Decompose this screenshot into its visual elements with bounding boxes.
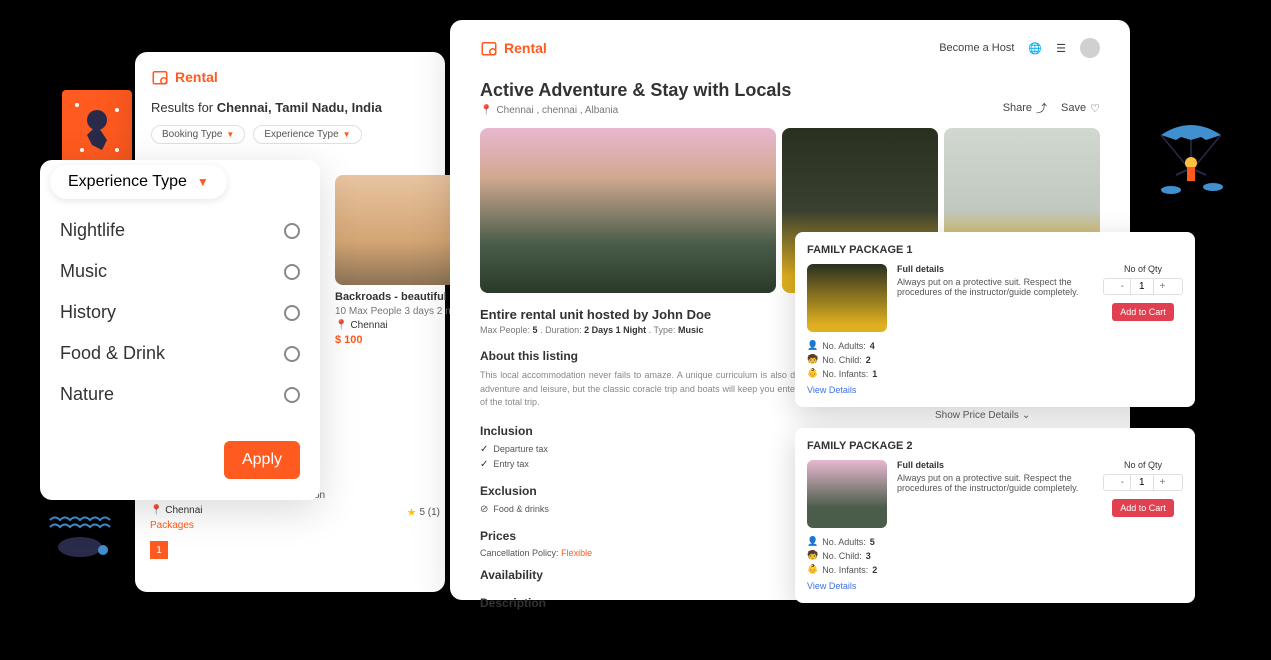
experience-type-chip[interactable]: Experience Type▼ xyxy=(253,125,361,144)
diving-decor-icon xyxy=(45,515,120,565)
pin-icon: 📍 xyxy=(335,320,347,331)
infant-icon: 👶 xyxy=(807,564,818,575)
add-to-cart-button[interactable]: Add to Cart xyxy=(1112,303,1174,321)
radio-icon xyxy=(284,223,300,239)
experience-type-selector[interactable]: Experience Type ▼ xyxy=(50,165,227,199)
child-icon: 🧒 xyxy=(807,550,818,561)
view-details-link[interactable]: View Details xyxy=(807,385,1183,395)
cross-icon: ⊘ xyxy=(480,504,488,515)
dropdown-option-history[interactable]: History xyxy=(60,292,300,333)
qty-decrease[interactable]: - xyxy=(1115,475,1130,490)
detail-header: Rental Become a Host 🌐 ☰ xyxy=(480,38,1100,58)
qty-label: No of Qty xyxy=(1103,460,1183,470)
person-icon: 👤 xyxy=(807,340,818,351)
avatar-icon[interactable] xyxy=(1080,38,1100,58)
dropdown-option-food-drink[interactable]: Food & Drink xyxy=(60,333,300,374)
availability-title: Availability xyxy=(480,568,543,582)
radio-icon xyxy=(284,305,300,321)
brand-logo[interactable]: Rental xyxy=(151,68,429,86)
listing-rating: ★5 (1) xyxy=(407,506,440,519)
brand-logo[interactable]: Rental xyxy=(480,39,547,57)
dropdown-option-music[interactable]: Music xyxy=(60,251,300,292)
results-heading: Results for Chennai, Tamil Nadu, India xyxy=(151,100,429,115)
view-details-link[interactable]: View Details xyxy=(807,581,1183,591)
share-button[interactable]: Share ⤴ xyxy=(1003,100,1047,116)
listing-packages-link[interactable]: Packages xyxy=(150,520,440,531)
qty-increase[interactable]: + xyxy=(1154,279,1172,294)
experience-dropdown-panel: Nightlife Music History Food & Drink Nat… xyxy=(40,160,320,500)
dropdown-option-nightlife[interactable]: Nightlife xyxy=(60,210,300,251)
full-details-title: Full details xyxy=(897,460,1093,470)
booking-type-chip[interactable]: Booking Type▼ xyxy=(151,125,245,144)
infant-icon: 👶 xyxy=(807,368,818,379)
star-icon: ★ xyxy=(407,506,417,519)
package-image xyxy=(807,264,887,332)
pagination-page-1[interactable]: 1 xyxy=(150,541,168,559)
check-icon: ✓ xyxy=(480,459,488,470)
infants-stat: 👶No. Infants: 2 xyxy=(807,564,1183,575)
person-icon: 👤 xyxy=(807,536,818,547)
save-button[interactable]: Save ♡ xyxy=(1061,100,1100,116)
climbing-decor-icon xyxy=(62,90,132,165)
qty-stepper: - 1 + xyxy=(1103,278,1183,295)
listing-location: 📍Chennai , chennai , Albania xyxy=(480,105,791,116)
full-details-text: Always put on a protective suit. Respect… xyxy=(897,473,1093,493)
apply-button[interactable]: Apply xyxy=(224,441,300,479)
gallery-main-image[interactable] xyxy=(480,128,776,293)
check-icon: ✓ xyxy=(480,444,488,455)
pin-icon: 📍 xyxy=(480,105,492,116)
package-card-2: FAMILY PACKAGE 2 Full details Always put… xyxy=(795,428,1195,603)
qty-value: 1 xyxy=(1130,475,1154,490)
full-details-title: Full details xyxy=(897,264,1093,274)
qty-stepper: - 1 + xyxy=(1103,474,1183,491)
filter-chips-row: Booking Type▼ Experience Type▼ xyxy=(151,125,429,144)
caret-down-icon: ▼ xyxy=(343,130,351,139)
brand-name: Rental xyxy=(175,69,218,85)
qty-label: No of Qty xyxy=(1103,264,1183,274)
infants-stat: 👶No. Infants: 1 xyxy=(807,368,1183,379)
paragliding-decor-icon xyxy=(1151,115,1231,205)
globe-icon[interactable]: 🌐 xyxy=(1028,42,1042,55)
package-image xyxy=(807,460,887,528)
radio-icon xyxy=(284,387,300,403)
qty-increase[interactable]: + xyxy=(1154,475,1172,490)
listing-location: 📍 Chennai xyxy=(150,505,440,516)
show-price-details-link[interactable]: Show Price Details ⌄ xyxy=(935,410,1030,421)
radio-icon xyxy=(284,346,300,362)
caret-down-icon: ▼ xyxy=(197,175,209,189)
share-icon: ⤴ xyxy=(1036,100,1047,116)
package-card-1: FAMILY PACKAGE 1 Full details Always put… xyxy=(795,232,1195,407)
child-icon: 🧒 xyxy=(807,354,818,365)
dropdown-option-nature[interactable]: Nature xyxy=(60,374,300,415)
calendar-icon xyxy=(480,39,498,57)
child-stat: 🧒No. Child: 3 xyxy=(807,550,1183,561)
listing-result-partial: 5 Max People 3 Days 2 Nights Duration 📍 … xyxy=(150,490,440,559)
package-name: FAMILY PACKAGE 1 xyxy=(807,244,1183,256)
package-name: FAMILY PACKAGE 2 xyxy=(807,440,1183,452)
qty-value: 1 xyxy=(1130,279,1154,294)
radio-icon xyxy=(284,264,300,280)
become-host-link[interactable]: Become a Host xyxy=(939,42,1014,54)
heart-icon: ♡ xyxy=(1090,102,1100,115)
calendar-icon xyxy=(151,68,169,86)
child-stat: 🧒No. Child: 2 xyxy=(807,354,1183,365)
chevron-down-icon: ⌄ xyxy=(1022,410,1030,421)
adults-stat: 👤No. Adults: 5 xyxy=(807,536,1183,547)
full-details-text: Always put on a protective suit. Respect… xyxy=(897,277,1093,297)
listing-title: Active Adventure & Stay with Locals xyxy=(480,80,791,101)
qty-decrease[interactable]: - xyxy=(1115,279,1130,294)
add-to-cart-button[interactable]: Add to Cart xyxy=(1112,499,1174,517)
caret-down-icon: ▼ xyxy=(226,130,234,139)
adults-stat: 👤No. Adults: 4 xyxy=(807,340,1183,351)
menu-icon[interactable]: ☰ xyxy=(1056,42,1066,55)
